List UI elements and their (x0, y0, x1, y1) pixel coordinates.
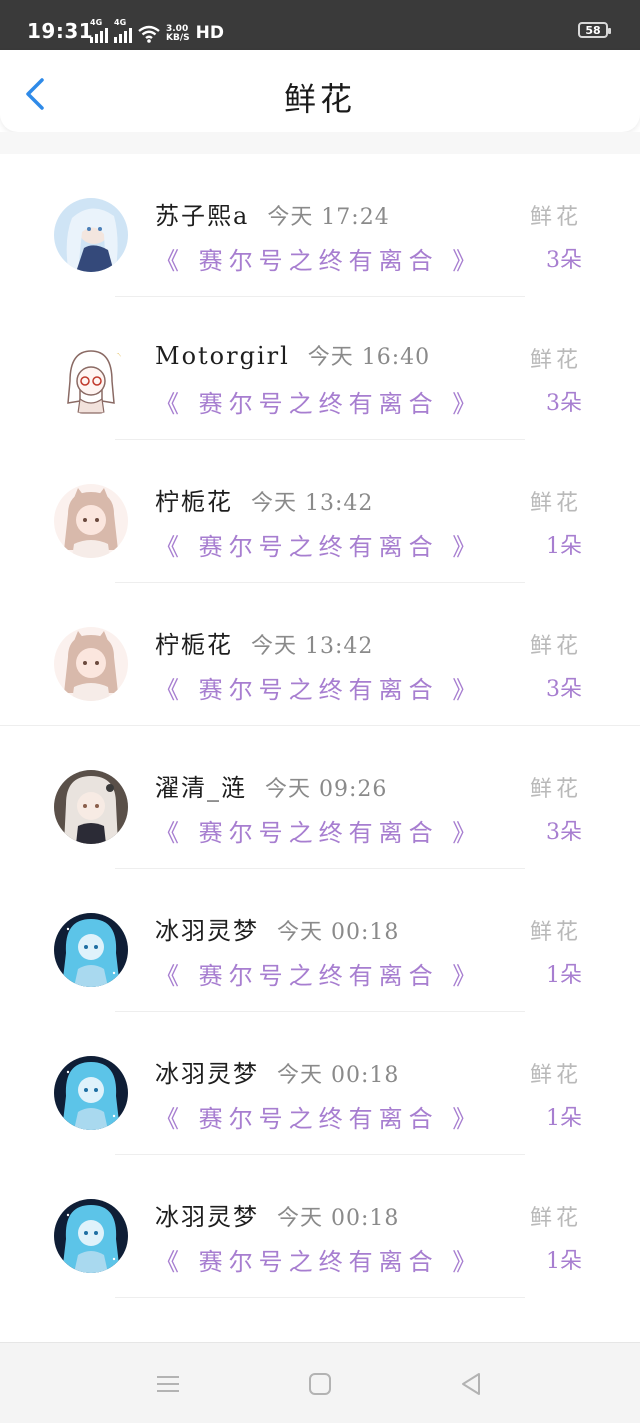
list-item[interactable]: ✦ Motorgirl 今天 16:40 《 赛尔号之终有离合 》 鲜花 3朵 (0, 297, 640, 440)
gift-time: 今天 13:42 (251, 634, 374, 659)
sender-name[interactable]: 柠栀花 (155, 631, 233, 659)
book-title[interactable]: 《 赛尔号之终有离合 》 (155, 956, 482, 991)
sender-name[interactable]: 冰羽灵梦 (155, 917, 259, 945)
gift-time: 今天 09:26 (265, 777, 388, 802)
gift-time: 今天 00:18 (277, 1206, 400, 1231)
gift-count: 3朵 (546, 677, 582, 702)
gift-time: 今天 17:24 (267, 205, 390, 230)
list-item[interactable]: 苏子熙a 今天 17:24 《 赛尔号之终有离合 》 鲜花 3朵 (0, 154, 640, 297)
battery-icon: 58 (578, 22, 611, 38)
sender-line: 柠栀花 今天 13:42 (155, 482, 373, 517)
sender-line: 冰羽灵梦 今天 00:18 (155, 1197, 399, 1232)
book-title[interactable]: 《 赛尔号之终有离合 》 (155, 813, 482, 848)
speed-unit: KB/S (166, 33, 190, 43)
sender-name[interactable]: 苏子熙a (155, 202, 249, 230)
book-title[interactable]: 《 赛尔号之终有离合 》 (155, 1099, 482, 1134)
gift-count: 3朵 (546, 391, 582, 416)
wifi-icon (138, 25, 160, 43)
list-item[interactable]: 柠栀花 今天 13:42 《 赛尔号之终有离合 》 鲜花 3朵 (0, 583, 640, 726)
flower-record-list: 苏子熙a 今天 17:24 《 赛尔号之终有离合 》 鲜花 3朵 ✦ Motorg… (0, 154, 640, 1298)
sender-name[interactable]: 冰羽灵梦 (155, 1203, 259, 1231)
sender-line: Motorgirl 今天 16:40 (155, 339, 430, 371)
sender-line: 冰羽灵梦 今天 00:18 (155, 911, 399, 946)
list-item[interactable]: 濯清_涟 今天 09:26 《 赛尔号之终有离合 》 鲜花 3朵 (0, 726, 640, 869)
sender-name[interactable]: 濯清_涟 (155, 774, 247, 802)
header-spacer (0, 132, 640, 154)
gift-count: 1朵 (546, 1106, 582, 1131)
avatar[interactable] (54, 770, 128, 844)
back-triangle-icon[interactable] (457, 1369, 487, 1399)
gift-type: 鲜花 (529, 1206, 582, 1231)
header: 鲜花 (0, 50, 640, 132)
system-nav-bar (0, 1342, 640, 1423)
gift-time: 今天 00:18 (277, 920, 400, 945)
gift-type: 鲜花 (529, 777, 582, 802)
gift-time: 今天 16:40 (307, 345, 431, 370)
gift-type: 鲜花 (529, 920, 582, 945)
sender-line: 柠栀花 今天 13:42 (155, 625, 373, 660)
book-title[interactable]: 《 赛尔号之终有离合 》 (155, 527, 482, 562)
gift-count: 1朵 (546, 534, 582, 559)
gift-count: 1朵 (546, 1249, 582, 1274)
sender-line: 苏子熙a 今天 17:24 (155, 196, 390, 231)
list-item[interactable]: 柠栀花 今天 13:42 《 赛尔号之终有离合 》 鲜花 1朵 (0, 440, 640, 583)
list-item[interactable]: 冰羽灵梦 今天 00:18 《 赛尔号之终有离合 》 鲜花 1朵 (0, 869, 640, 1012)
gift-type: 鲜花 (529, 491, 582, 516)
signal-icon: 4G (114, 18, 132, 43)
gift-type: 鲜花 (529, 1063, 582, 1088)
page-title: 鲜花 (283, 80, 356, 118)
avatar[interactable] (54, 913, 128, 987)
book-title[interactable]: 《 赛尔号之终有离合 》 (155, 1242, 482, 1277)
avatar[interactable]: ✦ (54, 341, 128, 415)
gift-type: 鲜花 (529, 348, 582, 373)
avatar[interactable] (54, 1199, 128, 1273)
book-title[interactable]: 《 赛尔号之终有离合 》 (155, 670, 482, 705)
hd-label: HD (195, 23, 224, 43)
gift-count: 1朵 (546, 963, 582, 988)
avatar[interactable] (54, 627, 128, 701)
book-title[interactable]: 《 赛尔号之终有离合 》 (155, 384, 482, 419)
avatar[interactable] (54, 198, 128, 272)
avatar[interactable] (54, 1056, 128, 1130)
status-time: 19:31 (27, 19, 94, 43)
gift-time: 今天 13:42 (251, 491, 374, 516)
svg-text:✦: ✦ (116, 349, 124, 360)
network-indicators: 4G 4G 3.00 KB/S HD (90, 18, 224, 43)
sender-name[interactable]: 柠栀花 (155, 488, 233, 516)
gift-count: 3朵 (546, 248, 582, 273)
battery-level: 58 (585, 23, 601, 37)
signal-icon: 4G (90, 18, 108, 43)
network-tag: 4G (90, 18, 103, 27)
list-item[interactable]: 冰羽灵梦 今天 00:18 《 赛尔号之终有离合 》 鲜花 1朵 (0, 1012, 640, 1155)
sender-line: 冰羽灵梦 今天 00:18 (155, 1054, 399, 1089)
gift-type: 鲜花 (529, 634, 582, 659)
avatar[interactable] (54, 484, 128, 558)
network-speed: 3.00 KB/S (166, 25, 190, 43)
sender-name[interactable]: Motorgirl (155, 342, 290, 370)
home-square-icon[interactable] (305, 1369, 335, 1399)
network-tag: 4G (114, 18, 127, 27)
divider (115, 1297, 525, 1298)
sender-line: 濯清_涟 今天 09:26 (155, 768, 387, 803)
gift-time: 今天 00:18 (277, 1063, 400, 1088)
menu-icon[interactable] (153, 1369, 183, 1399)
book-title[interactable]: 《 赛尔号之终有离合 》 (155, 241, 482, 276)
status-bar: 19:31 4G 4G 3.00 KB/S HD 58 (0, 0, 640, 50)
list-item[interactable]: 冰羽灵梦 今天 00:18 《 赛尔号之终有离合 》 鲜花 1朵 (0, 1155, 640, 1298)
sender-name[interactable]: 冰羽灵梦 (155, 1060, 259, 1088)
gift-count: 3朵 (546, 820, 582, 845)
gift-type: 鲜花 (529, 205, 582, 230)
